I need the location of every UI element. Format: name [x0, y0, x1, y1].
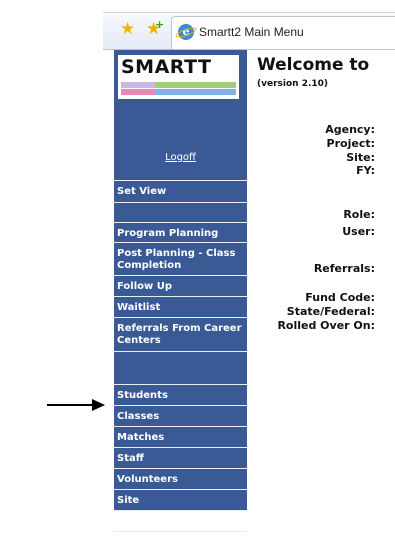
sidebar: SMARTT Logoff Set View Program Planning … [114, 50, 247, 548]
sidebar-item-agency[interactable]: Agency [114, 531, 247, 552]
sidebar-item-matches[interactable]: Matches [114, 426, 247, 447]
smartt-logo: SMARTT [118, 55, 239, 99]
fy-label: FY: [356, 164, 375, 177]
user-label: User: [342, 225, 375, 238]
annotation-arrow-icon [47, 399, 105, 411]
sidebar-item-students[interactable]: Students [114, 384, 247, 405]
sidebar-item-blank-2 [114, 351, 247, 384]
ie-icon: e [174, 24, 198, 40]
sidebar-item-program-planning[interactable]: Program Planning [114, 222, 247, 242]
sidebar-item-classes[interactable]: Classes [114, 405, 247, 426]
state-federal-label: State/Federal: [286, 305, 375, 318]
sidebar-item-site[interactable]: Site [114, 489, 247, 510]
role-label: Role: [343, 208, 375, 221]
logo-stripes [121, 82, 236, 95]
sidebar-item-project[interactable]: Project [114, 510, 247, 531]
referrals-label: Referrals: [313, 262, 375, 275]
logoff-link[interactable]: Logoff [114, 152, 247, 163]
rolled-over-on-label: Rolled Over On: [277, 319, 375, 332]
agency-label: Agency: [325, 123, 375, 136]
sidebar-item-set-view[interactable]: Set View [114, 180, 247, 202]
version-label: (version 2.10) [257, 79, 329, 89]
star-icon[interactable]: ★ [120, 19, 135, 39]
add-favorites-icon[interactable]: ★ + [146, 18, 164, 39]
project-label: Project: [326, 137, 375, 150]
fund-code-label: Fund Code: [305, 291, 375, 304]
sidebar-item-staff[interactable]: Staff [114, 447, 247, 468]
welcome-heading: Welcome to [257, 55, 370, 75]
sidebar-item-volunteers[interactable]: Volunteers [114, 468, 247, 489]
sidebar-item-waitlist[interactable]: Waitlist [114, 296, 247, 317]
browser-tab[interactable]: e Smartt2 Main Menu [171, 16, 395, 49]
sidebar-item-post-planning[interactable]: Post Planning - Class Completion [114, 242, 247, 275]
main-content: Welcome to (version 2.10) Agency: Projec… [247, 50, 395, 510]
site-label: Site: [346, 151, 375, 164]
sidebar-item-referrals-career-centers[interactable]: Referrals From Career Centers [114, 317, 247, 351]
logo-text: SMARTT [121, 56, 212, 78]
sidebar-item-blank-1 [114, 202, 247, 222]
logoff-area: Logoff [114, 103, 247, 180]
sidebar-item-follow-up[interactable]: Follow Up [114, 275, 247, 296]
browser-tab-bar: ★ ★ + e Smartt2 Main Menu [103, 12, 395, 50]
tab-title: Smartt2 Main Menu [199, 25, 304, 39]
